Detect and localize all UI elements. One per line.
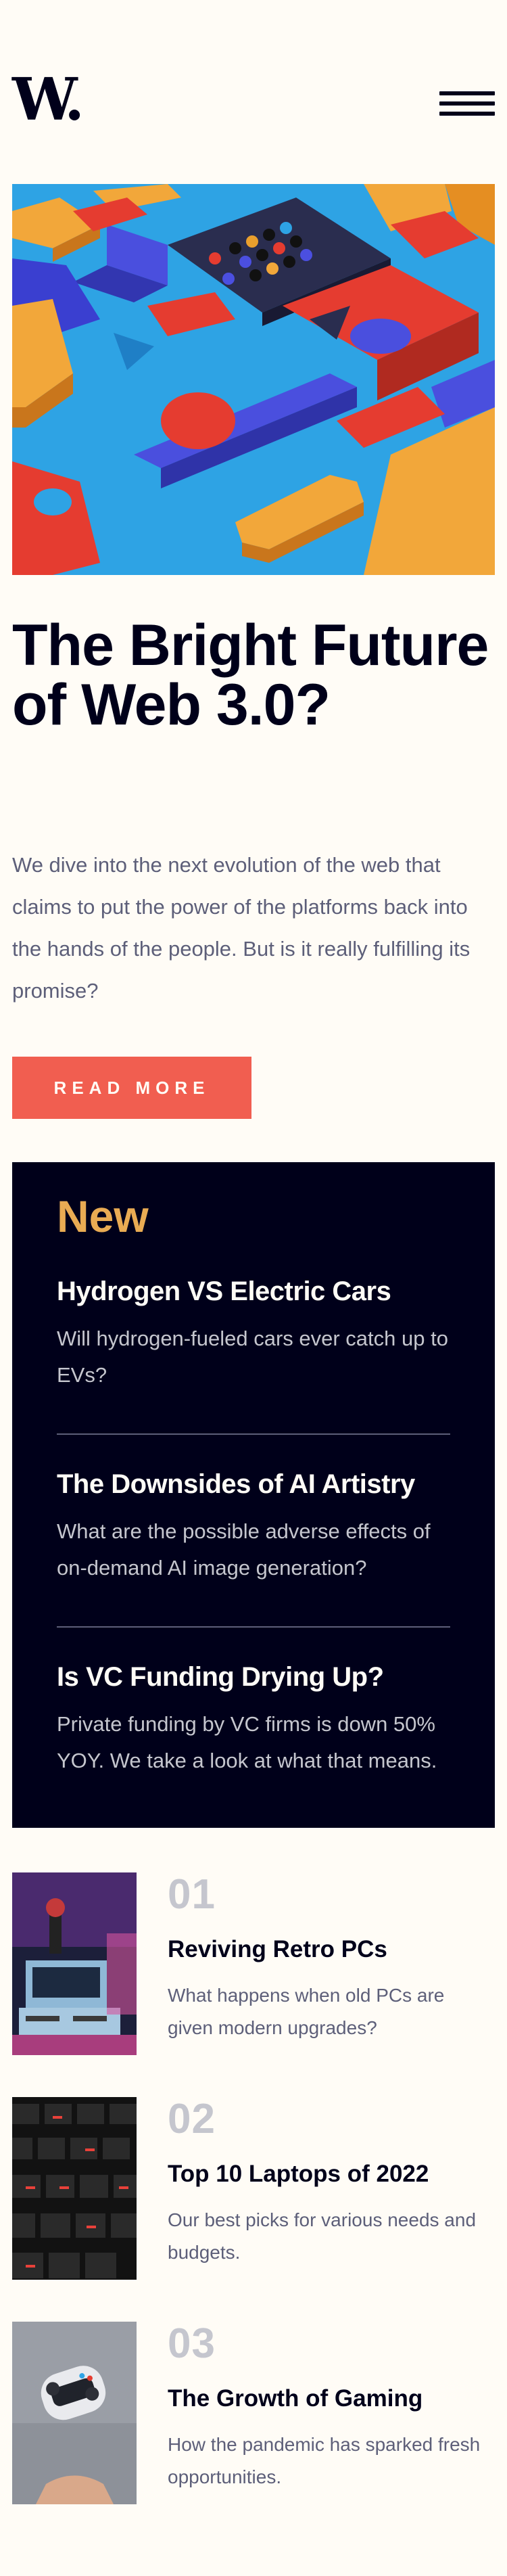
hero-intro: We dive into the next evolution of the w… bbox=[12, 853, 470, 1003]
new-item-description: Private funding by VC firms is down 50% … bbox=[57, 1712, 437, 1772]
list-item: 01 Reviving Retro PCs What happens when … bbox=[12, 1872, 495, 2055]
game-controller-image bbox=[12, 2322, 137, 2504]
article-thumbnail[interactable] bbox=[12, 2097, 137, 2280]
article-thumbnail[interactable] bbox=[12, 2322, 137, 2504]
article-number: 02 bbox=[168, 2096, 216, 2142]
menu-bar bbox=[439, 112, 495, 116]
hero-headline: The Bright Future of Web 3.0? bbox=[12, 613, 489, 737]
list-item: 02 Top 10 Laptops of 2022 Our best picks… bbox=[12, 2097, 495, 2280]
menu-bar bbox=[439, 101, 495, 106]
article-text: 03 The Growth of Gaming How the pandemic… bbox=[168, 2322, 495, 2493]
new-item-title[interactable]: Hydrogen VS Electric Cars bbox=[57, 1274, 450, 1308]
new-item-description: What are the possible adverse effects of… bbox=[57, 1519, 431, 1580]
article-thumbnail[interactable] bbox=[12, 1872, 137, 2055]
article-description: Our best picks for various needs and bud… bbox=[168, 2209, 477, 2263]
abstract-3d-blocks-image bbox=[12, 184, 495, 575]
article-title[interactable]: Top 10 Laptops of 2022 bbox=[168, 2159, 495, 2189]
new-item: Is VC Funding Drying Up? Private funding… bbox=[57, 1660, 450, 1779]
article-text: 01 Reviving Retro PCs What happens when … bbox=[168, 1872, 495, 2044]
list-item: 03 The Growth of Gaming How the pandemic… bbox=[12, 2322, 495, 2504]
new-item-description: Will hydrogen-fueled cars ever catch up … bbox=[57, 1327, 448, 1387]
hero-image bbox=[12, 184, 495, 575]
laptop-keyboard-image bbox=[12, 2097, 137, 2280]
new-articles-panel: New Hydrogen VS Electric Cars Will hydro… bbox=[12, 1162, 495, 1828]
article-description: How the pandemic has sparked fresh oppor… bbox=[168, 2434, 481, 2487]
article-number: 03 bbox=[168, 2320, 216, 2367]
article-title[interactable]: Reviving Retro PCs bbox=[168, 1935, 495, 1964]
site-logo[interactable]: W. bbox=[12, 70, 84, 131]
read-more-button[interactable]: READ MORE bbox=[12, 1057, 251, 1119]
site-header: W. bbox=[0, 0, 507, 184]
article-text: 02 Top 10 Laptops of 2022 Our best picks… bbox=[168, 2097, 495, 2269]
article-title[interactable]: The Growth of Gaming bbox=[168, 2384, 495, 2414]
new-item: Hydrogen VS Electric Cars Will hydrogen-… bbox=[57, 1274, 450, 1394]
new-item-title[interactable]: Is VC Funding Drying Up? bbox=[57, 1660, 450, 1694]
hamburger-menu-icon[interactable] bbox=[439, 91, 495, 118]
new-panel-title: New bbox=[57, 1191, 149, 1241]
new-item-title[interactable]: The Downsides of AI Artistry bbox=[57, 1467, 450, 1501]
divider bbox=[57, 1626, 450, 1628]
new-item: The Downsides of AI Artistry What are th… bbox=[57, 1467, 450, 1586]
menu-bar bbox=[439, 91, 495, 95]
retro-pc-image bbox=[12, 1872, 137, 2055]
article-description: What happens when old PCs are given mode… bbox=[168, 1985, 445, 2038]
article-number: 01 bbox=[168, 1871, 216, 1918]
divider bbox=[57, 1433, 450, 1435]
